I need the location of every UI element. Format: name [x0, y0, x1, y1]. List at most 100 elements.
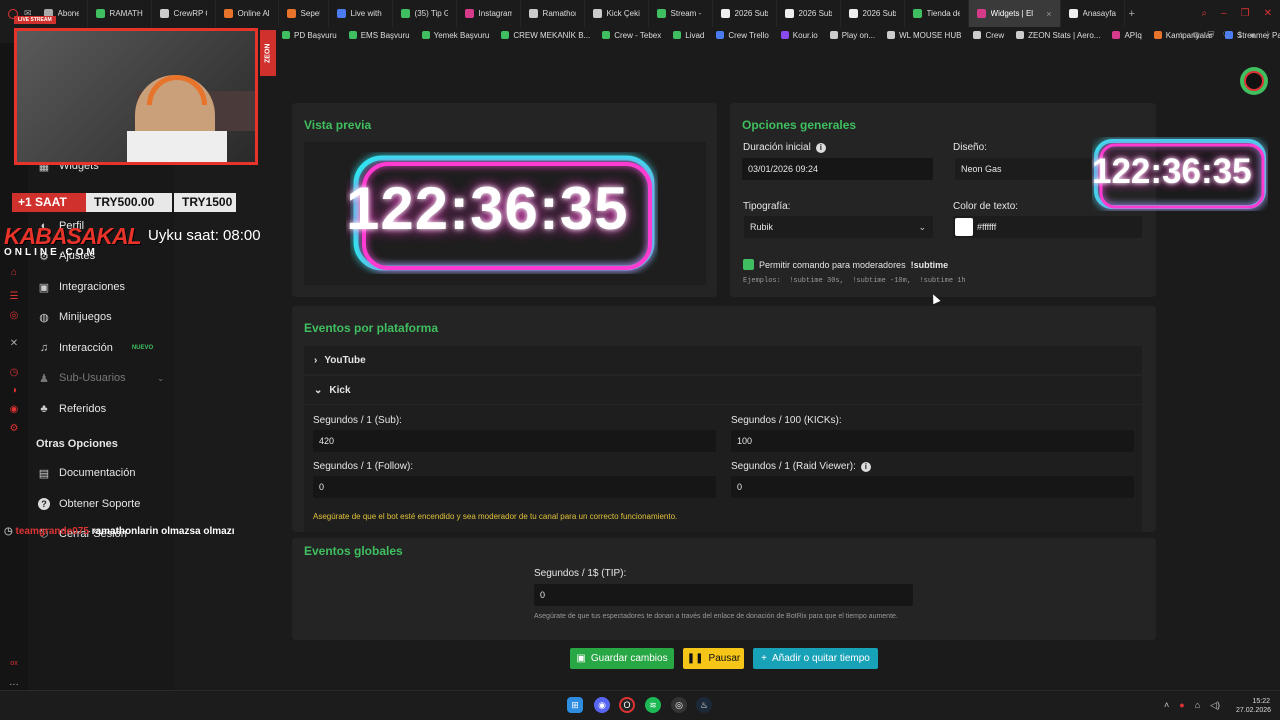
sidebar-item-subusuarios[interactable]: ♟ Sub-Usuarios ⌄	[28, 364, 174, 392]
info-icon[interactable]: i	[815, 142, 826, 153]
browser-tab[interactable]: Widgets | El mejor so ×	[968, 0, 1061, 27]
shield-icon[interactable]: ⛨	[1208, 30, 1215, 41]
sidebar-item-minijuegos[interactable]: ◍ Minijuegos	[28, 303, 174, 331]
minimize-icon[interactable]: –	[1221, 8, 1227, 19]
tip-input[interactable]: 0	[534, 584, 913, 606]
duration-label: Duración inicial i	[743, 142, 826, 153]
maximize-icon[interactable]: ❐	[1241, 8, 1250, 19]
browser-tab[interactable]: 2026 Subat	[841, 0, 905, 27]
font-select[interactable]: Rubik ⌄	[744, 216, 933, 238]
rail-icon-8[interactable]: ox	[9, 659, 19, 669]
sub-input[interactable]: 420	[313, 430, 716, 452]
color-swatch[interactable]	[955, 218, 973, 236]
add-time-button[interactable]: + Añadir o quitar tiempo	[753, 648, 878, 669]
tab-label: Anasayfa / ...	[1082, 9, 1116, 18]
follow-input[interactable]: 0	[313, 476, 716, 498]
browser-tab[interactable]: Live with Ri	[329, 0, 393, 27]
browser-tab[interactable]: Tienda de ...	[905, 0, 969, 27]
browser-tab[interactable]: CrewRP Ca	[152, 0, 216, 27]
close-tab-icon[interactable]: ×	[1046, 9, 1051, 19]
obs-icon[interactable]: ◎	[671, 697, 687, 713]
browser-tab[interactable]: (35) Tip Go	[393, 0, 457, 27]
system-clock[interactable]: 15:22 27.02.2026	[1236, 697, 1271, 715]
rail-icon-7[interactable]: ⚙	[9, 424, 19, 434]
raid-input[interactable]: 0	[731, 476, 1134, 498]
sidebar-item-integraciones[interactable]: ▣ Integraciones	[28, 273, 174, 301]
bookmark-item[interactable]: Livad	[673, 31, 704, 40]
gamepad-icon: ◍	[39, 311, 49, 324]
close-window-icon[interactable]: ✕	[1264, 8, 1272, 19]
tray-chevron-icon[interactable]: ˄	[1164, 700, 1169, 711]
new-tab-button[interactable]: +	[1129, 8, 1135, 20]
volume-icon[interactable]: ◁)	[1210, 700, 1220, 711]
windows-start-icon[interactable]: ⊞	[567, 697, 583, 713]
design-select[interactable]: Neon Gas	[955, 158, 1091, 180]
design-label: Diseño:	[953, 142, 987, 153]
spotify-icon[interactable]: ≋	[645, 697, 661, 713]
rail-icon-6[interactable]: ◉	[9, 405, 19, 415]
browser-tab[interactable]: Kick Çekiliş	[585, 0, 649, 27]
site-logo[interactable]	[1240, 67, 1268, 95]
bookmark-item[interactable]: APIq	[1112, 31, 1142, 40]
browser-tab[interactable]: Online Alışv	[216, 0, 279, 27]
browser-tab[interactable]: Instagram	[457, 0, 521, 27]
mod-checkbox-row: Permitir comando para moderadores !subti…	[743, 259, 948, 270]
download-icon[interactable]: ⭳	[1238, 27, 1241, 43]
bookmark-item[interactable]: WL MOUSE HUB	[887, 31, 961, 40]
bookmark-star-icon[interactable]: ☆	[1177, 30, 1185, 41]
extension-icon[interactable]: ⧉	[1193, 30, 1199, 41]
kick-row[interactable]: ⌄ Kick	[304, 376, 1142, 404]
sidebar-item-label: Referidos	[59, 403, 107, 415]
bookmark-item[interactable]: Crew - Tebex	[602, 31, 661, 40]
browser-tab[interactable]: Sepetim	[279, 0, 329, 27]
steam-icon[interactable]: ♨	[696, 697, 712, 713]
bookmark-label: Kour.io	[792, 30, 818, 40]
rail-icon-2[interactable]: ☰	[9, 292, 19, 302]
bookmark-item[interactable]: Crew	[973, 31, 1004, 40]
bookmark-item[interactable]: CREW MEKANİK B...	[501, 31, 590, 40]
browser-tab[interactable]: RAMATHON	[88, 0, 152, 27]
browser-tab[interactable]: 2026 Subat	[777, 0, 841, 27]
heart-icon[interactable]: ♡	[1222, 30, 1230, 41]
mod-checkbox[interactable]	[743, 259, 754, 270]
search-tabs-icon[interactable]: ⌕	[1201, 8, 1207, 19]
browser-tab[interactable]: 2026 Subat	[713, 0, 777, 27]
bookmark-item[interactable]: PD Başvuru	[282, 31, 337, 40]
rail-icon-4[interactable]: ◷	[9, 368, 19, 378]
rail-icon-1[interactable]: ⌂	[9, 268, 19, 278]
bookmark-item[interactable]: EMS Başvuru	[348, 31, 410, 40]
kicks-input[interactable]: 100	[731, 430, 1134, 452]
profile-icon[interactable]: ●	[1250, 30, 1255, 40]
sidebar-item-documentacin[interactable]: ▤ Documentación	[28, 459, 174, 487]
opera-icon[interactable]: O	[619, 697, 635, 713]
sidebar-item-referidos[interactable]: ♣ Referidos	[28, 395, 174, 423]
discord-icon[interactable]: ◉	[594, 697, 610, 713]
bookmark-label: Crew	[985, 30, 1005, 40]
bookmark-item[interactable]: ZEON Stats | Aero...	[1016, 31, 1100, 40]
sidebar-item-interaccin[interactable]: ♫ Interacción NUEVO	[28, 334, 174, 362]
mic-icon[interactable]: ●	[1179, 700, 1184, 711]
more-menu-icon[interactable]: ⋮	[1263, 30, 1272, 41]
sidebar-item-label: Sub-Usuarios	[59, 372, 126, 384]
bookmark-item[interactable]: Kour.io	[780, 30, 818, 40]
youtube-row[interactable]: › YouTube	[304, 346, 1142, 374]
rail-icon-5[interactable]: ◑	[9, 386, 19, 396]
color-picker[interactable]: #ffffff	[953, 216, 1142, 238]
pause-button[interactable]: ❚❚ Pausar	[683, 648, 744, 669]
bookmark-item[interactable]: Crew Trello	[716, 31, 769, 40]
browser-toolbar-icons: ☆ ⧉ ⛨ ♡ ⭳ ● ⋮	[1177, 27, 1272, 43]
sidebar-item-label: Integraciones	[59, 281, 126, 293]
browser-tab[interactable]: Stream - Ki	[649, 0, 713, 27]
rail-more-icon[interactable]: …	[9, 678, 19, 688]
network-icon[interactable]: ⌂	[1195, 700, 1200, 711]
save-button[interactable]: ▣ Guardar cambios	[570, 648, 674, 669]
bookmark-item[interactable]: Yemek Başvuru	[421, 31, 489, 40]
rail-icon-3[interactable]: ◎	[9, 311, 19, 321]
browser-tab[interactable]: Ramathon 2	[521, 0, 585, 27]
duration-input[interactable]: 03/01/2026 09:24	[742, 158, 933, 180]
sidebar-item-obtenersoporte[interactable]: ? Obtener Soporte	[28, 490, 174, 518]
browser-tab[interactable]: Anasayfa / ...	[1061, 0, 1125, 27]
bookmark-item[interactable]: Play on...	[829, 31, 875, 40]
rail-x-icon[interactable]: ✕	[9, 339, 19, 349]
info-icon[interactable]: i	[860, 461, 871, 472]
